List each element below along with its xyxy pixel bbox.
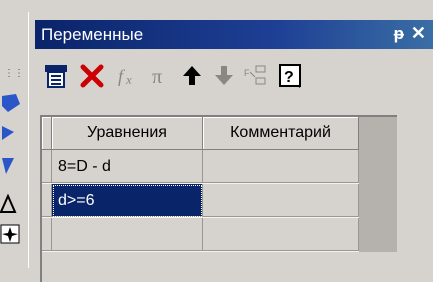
host-toolbar-strip: ⋮⋮ <box>0 0 28 268</box>
variables-toolbar: f x π F ? <box>41 60 421 94</box>
function-button[interactable]: f x <box>113 60 143 92</box>
spark-icon[interactable] <box>0 224 22 246</box>
solid-shape-icon[interactable] <box>0 92 22 114</box>
svg-text:π: π <box>152 66 162 88</box>
delete-button[interactable] <box>77 60 107 92</box>
pi-icon: π <box>152 66 162 88</box>
move-down-icon <box>215 66 233 85</box>
column-header-equations[interactable]: Уравнения <box>51 117 203 150</box>
svg-text:?: ? <box>284 69 294 86</box>
comment-cell[interactable] <box>202 183 359 218</box>
insert-variable-button[interactable] <box>41 60 71 92</box>
insert-variable-icon <box>45 65 67 88</box>
equation-cell-selected[interactable]: d>=6 <box>51 183 203 218</box>
variables-table: Уравнения Комментарий 8=D - d d>=6 <box>42 117 359 252</box>
function-icon: f x <box>118 66 132 87</box>
comment-cell[interactable] <box>202 149 359 184</box>
equation-cell[interactable]: 8=D - d <box>51 149 203 184</box>
column-header-comment[interactable]: Комментарий <box>202 117 359 150</box>
svg-text:F: F <box>244 68 250 78</box>
insert-fragment-icon: F <box>244 65 266 85</box>
table-row[interactable]: d>=6 <box>42 183 359 218</box>
pi-button[interactable]: π <box>145 60 175 92</box>
variables-panel: Переменные ᵽ ✕ f x π F ? Уравнения Комме… <box>28 12 433 282</box>
panel-title: Переменные <box>41 25 144 44</box>
svg-text:f: f <box>118 66 126 86</box>
delete-icon <box>80 64 104 88</box>
comment-cell[interactable] <box>202 217 359 252</box>
row-header <box>42 217 52 252</box>
svg-text:x: x <box>125 72 132 87</box>
arrow-shape-icon[interactable] <box>0 122 22 144</box>
row-header <box>42 183 52 218</box>
help-button[interactable]: ? <box>275 60 305 92</box>
grid-empty-area <box>42 252 397 282</box>
equation-cell[interactable] <box>51 217 203 252</box>
grid-corner <box>42 117 52 150</box>
triangle-icon[interactable] <box>0 194 22 216</box>
insert-fragment-button[interactable]: F <box>241 60 271 92</box>
toolbar-grip[interactable]: ⋮⋮ <box>4 69 24 79</box>
close-button[interactable]: ✕ <box>411 23 426 44</box>
move-down-button[interactable] <box>209 60 239 92</box>
table-row[interactable] <box>42 217 359 252</box>
panel-title-bar[interactable]: Переменные ᵽ ✕ <box>35 20 433 49</box>
help-icon: ? <box>279 64 301 88</box>
row-header <box>42 149 52 184</box>
cone-icon[interactable] <box>0 156 22 178</box>
table-row[interactable]: 8=D - d <box>42 149 359 184</box>
move-up-button[interactable] <box>177 60 207 92</box>
pin-icon[interactable]: ᵽ <box>394 24 404 44</box>
move-up-icon <box>183 66 201 85</box>
variables-grid: Уравнения Комментарий 8=D - d d>=6 <box>40 115 397 282</box>
